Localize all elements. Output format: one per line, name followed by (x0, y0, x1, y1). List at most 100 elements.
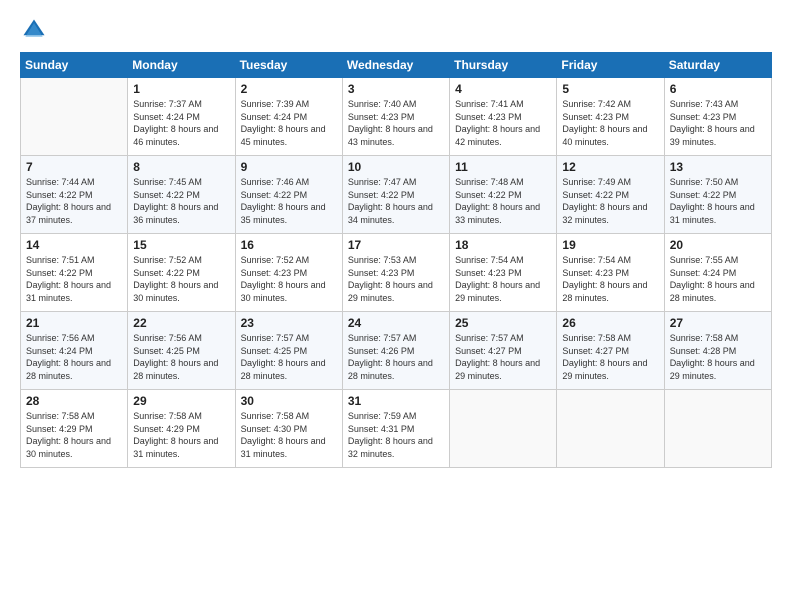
calendar-cell: 29 Sunrise: 7:58 AM Sunset: 4:29 PM Dayl… (128, 390, 235, 468)
day-number: 27 (670, 316, 766, 330)
day-number: 25 (455, 316, 551, 330)
page: SundayMondayTuesdayWednesdayThursdayFrid… (0, 0, 792, 612)
cell-sunrise: Sunrise: 7:39 AM (241, 99, 310, 109)
calendar-cell: 21 Sunrise: 7:56 AM Sunset: 4:24 PM Dayl… (21, 312, 128, 390)
cell-sunset: Sunset: 4:27 PM (562, 346, 629, 356)
cell-sunset: Sunset: 4:24 PM (670, 268, 737, 278)
calendar-cell: 19 Sunrise: 7:54 AM Sunset: 4:23 PM Dayl… (557, 234, 664, 312)
day-number: 16 (241, 238, 337, 252)
day-number: 18 (455, 238, 551, 252)
cell-sunset: Sunset: 4:23 PM (455, 268, 522, 278)
calendar-cell: 27 Sunrise: 7:58 AM Sunset: 4:28 PM Dayl… (664, 312, 771, 390)
cell-daylight: Daylight: 8 hours and 29 minutes. (455, 358, 540, 381)
day-number: 9 (241, 160, 337, 174)
day-number: 13 (670, 160, 766, 174)
day-number: 30 (241, 394, 337, 408)
cell-daylight: Daylight: 8 hours and 28 minutes. (26, 358, 111, 381)
calendar-cell: 1 Sunrise: 7:37 AM Sunset: 4:24 PM Dayli… (128, 78, 235, 156)
day-number: 26 (562, 316, 658, 330)
day-number: 28 (26, 394, 122, 408)
cell-sunset: Sunset: 4:24 PM (133, 112, 200, 122)
cell-sunrise: Sunrise: 7:56 AM (133, 333, 202, 343)
cell-sunrise: Sunrise: 7:37 AM (133, 99, 202, 109)
cell-sunrise: Sunrise: 7:58 AM (26, 411, 95, 421)
day-number: 11 (455, 160, 551, 174)
cell-daylight: Daylight: 8 hours and 33 minutes. (455, 202, 540, 225)
cell-sunrise: Sunrise: 7:55 AM (670, 255, 739, 265)
cell-sunrise: Sunrise: 7:52 AM (241, 255, 310, 265)
calendar-cell (450, 390, 557, 468)
cell-daylight: Daylight: 8 hours and 29 minutes. (348, 280, 433, 303)
cell-sunrise: Sunrise: 7:56 AM (26, 333, 95, 343)
cell-sunrise: Sunrise: 7:45 AM (133, 177, 202, 187)
cell-daylight: Daylight: 8 hours and 42 minutes. (455, 124, 540, 147)
day-number: 23 (241, 316, 337, 330)
calendar-cell (664, 390, 771, 468)
calendar-cell: 13 Sunrise: 7:50 AM Sunset: 4:22 PM Dayl… (664, 156, 771, 234)
cell-sunrise: Sunrise: 7:58 AM (133, 411, 202, 421)
day-number: 1 (133, 82, 229, 96)
cell-daylight: Daylight: 8 hours and 40 minutes. (562, 124, 647, 147)
calendar-week-4: 21 Sunrise: 7:56 AM Sunset: 4:24 PM Dayl… (21, 312, 772, 390)
cell-daylight: Daylight: 8 hours and 37 minutes. (26, 202, 111, 225)
cell-daylight: Daylight: 8 hours and 28 minutes. (670, 280, 755, 303)
cell-daylight: Daylight: 8 hours and 29 minutes. (670, 358, 755, 381)
cell-sunrise: Sunrise: 7:42 AM (562, 99, 631, 109)
cell-sunset: Sunset: 4:22 PM (133, 190, 200, 200)
calendar-header-row: SundayMondayTuesdayWednesdayThursdayFrid… (21, 53, 772, 78)
day-number: 20 (670, 238, 766, 252)
calendar-cell: 12 Sunrise: 7:49 AM Sunset: 4:22 PM Dayl… (557, 156, 664, 234)
cell-sunset: Sunset: 4:24 PM (241, 112, 308, 122)
cell-sunrise: Sunrise: 7:48 AM (455, 177, 524, 187)
cell-daylight: Daylight: 8 hours and 30 minutes. (241, 280, 326, 303)
header-day-tuesday: Tuesday (235, 53, 342, 78)
calendar-cell: 31 Sunrise: 7:59 AM Sunset: 4:31 PM Dayl… (342, 390, 449, 468)
header-day-monday: Monday (128, 53, 235, 78)
day-number: 4 (455, 82, 551, 96)
calendar-week-5: 28 Sunrise: 7:58 AM Sunset: 4:29 PM Dayl… (21, 390, 772, 468)
cell-daylight: Daylight: 8 hours and 30 minutes. (26, 436, 111, 459)
cell-sunrise: Sunrise: 7:57 AM (241, 333, 310, 343)
cell-sunset: Sunset: 4:22 PM (133, 268, 200, 278)
cell-daylight: Daylight: 8 hours and 29 minutes. (455, 280, 540, 303)
cell-sunset: Sunset: 4:29 PM (133, 424, 200, 434)
cell-daylight: Daylight: 8 hours and 35 minutes. (241, 202, 326, 225)
day-number: 6 (670, 82, 766, 96)
cell-daylight: Daylight: 8 hours and 28 minutes. (133, 358, 218, 381)
calendar-cell: 11 Sunrise: 7:48 AM Sunset: 4:22 PM Dayl… (450, 156, 557, 234)
cell-sunrise: Sunrise: 7:40 AM (348, 99, 417, 109)
cell-sunrise: Sunrise: 7:53 AM (348, 255, 417, 265)
cell-sunset: Sunset: 4:23 PM (670, 112, 737, 122)
calendar-cell: 6 Sunrise: 7:43 AM Sunset: 4:23 PM Dayli… (664, 78, 771, 156)
day-number: 7 (26, 160, 122, 174)
day-number: 5 (562, 82, 658, 96)
cell-sunset: Sunset: 4:23 PM (455, 112, 522, 122)
day-number: 15 (133, 238, 229, 252)
cell-sunset: Sunset: 4:22 PM (348, 190, 415, 200)
cell-sunrise: Sunrise: 7:54 AM (562, 255, 631, 265)
cell-daylight: Daylight: 8 hours and 31 minutes. (133, 436, 218, 459)
calendar-cell: 17 Sunrise: 7:53 AM Sunset: 4:23 PM Dayl… (342, 234, 449, 312)
cell-daylight: Daylight: 8 hours and 36 minutes. (133, 202, 218, 225)
cell-daylight: Daylight: 8 hours and 31 minutes. (26, 280, 111, 303)
day-number: 31 (348, 394, 444, 408)
calendar-week-2: 7 Sunrise: 7:44 AM Sunset: 4:22 PM Dayli… (21, 156, 772, 234)
day-number: 24 (348, 316, 444, 330)
cell-sunrise: Sunrise: 7:58 AM (241, 411, 310, 421)
cell-daylight: Daylight: 8 hours and 31 minutes. (670, 202, 755, 225)
calendar-cell: 26 Sunrise: 7:58 AM Sunset: 4:27 PM Dayl… (557, 312, 664, 390)
cell-sunrise: Sunrise: 7:51 AM (26, 255, 95, 265)
calendar-cell: 9 Sunrise: 7:46 AM Sunset: 4:22 PM Dayli… (235, 156, 342, 234)
header (20, 16, 772, 44)
calendar-cell (21, 78, 128, 156)
day-number: 10 (348, 160, 444, 174)
cell-sunrise: Sunrise: 7:57 AM (348, 333, 417, 343)
day-number: 17 (348, 238, 444, 252)
cell-sunset: Sunset: 4:28 PM (670, 346, 737, 356)
cell-sunset: Sunset: 4:22 PM (26, 190, 93, 200)
calendar-cell: 24 Sunrise: 7:57 AM Sunset: 4:26 PM Dayl… (342, 312, 449, 390)
calendar-cell: 16 Sunrise: 7:52 AM Sunset: 4:23 PM Dayl… (235, 234, 342, 312)
cell-sunrise: Sunrise: 7:57 AM (455, 333, 524, 343)
cell-sunset: Sunset: 4:23 PM (562, 268, 629, 278)
day-number: 29 (133, 394, 229, 408)
